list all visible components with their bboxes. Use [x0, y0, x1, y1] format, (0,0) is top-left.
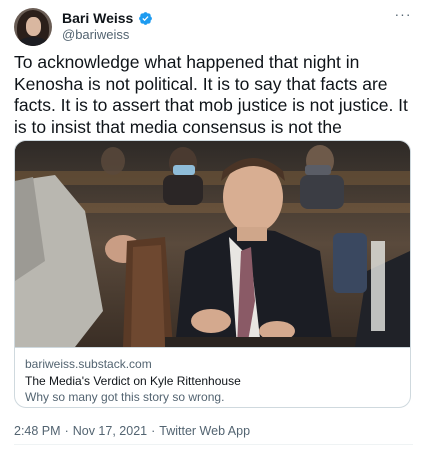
link-card-image[interactable]: [15, 141, 410, 347]
more-horizontal-icon: ···: [394, 6, 412, 22]
divider: [14, 444, 413, 445]
tweet: Bari Weiss @bariweiss ··· To acknowledge…: [0, 0, 427, 450]
link-card-meta[interactable]: bariweiss.substack.com The Media's Verdi…: [15, 347, 410, 407]
tweet-date[interactable]: Nov 17, 2021: [73, 423, 147, 439]
link-card-domain: bariweiss.substack.com: [25, 357, 152, 371]
link-card-title: The Media's Verdict on Kyle Rittenhouse: [25, 374, 241, 388]
meta-separator: ·: [151, 424, 156, 438]
tweet-time[interactable]: 2:48 PM: [14, 423, 61, 439]
courtroom-photo: [15, 141, 410, 347]
tweet-meta: 2:48 PM · Nov 17, 2021 · Twitter Web App: [14, 423, 250, 439]
verified-badge-icon: [139, 11, 153, 25]
link-card[interactable]: bariweiss.substack.com The Media's Verdi…: [14, 140, 411, 408]
more-options-button[interactable]: ···: [393, 6, 413, 24]
meta-separator: ·: [64, 424, 69, 438]
author-display-name[interactable]: Bari Weiss: [62, 9, 133, 27]
avatar[interactable]: [14, 8, 52, 46]
author-handle[interactable]: @bariweiss: [62, 27, 129, 43]
tweet-source[interactable]: Twitter Web App: [159, 423, 250, 439]
link-card-description: Why so many got this story so wrong.: [25, 390, 225, 404]
author-name-row[interactable]: Bari Weiss: [62, 9, 153, 27]
